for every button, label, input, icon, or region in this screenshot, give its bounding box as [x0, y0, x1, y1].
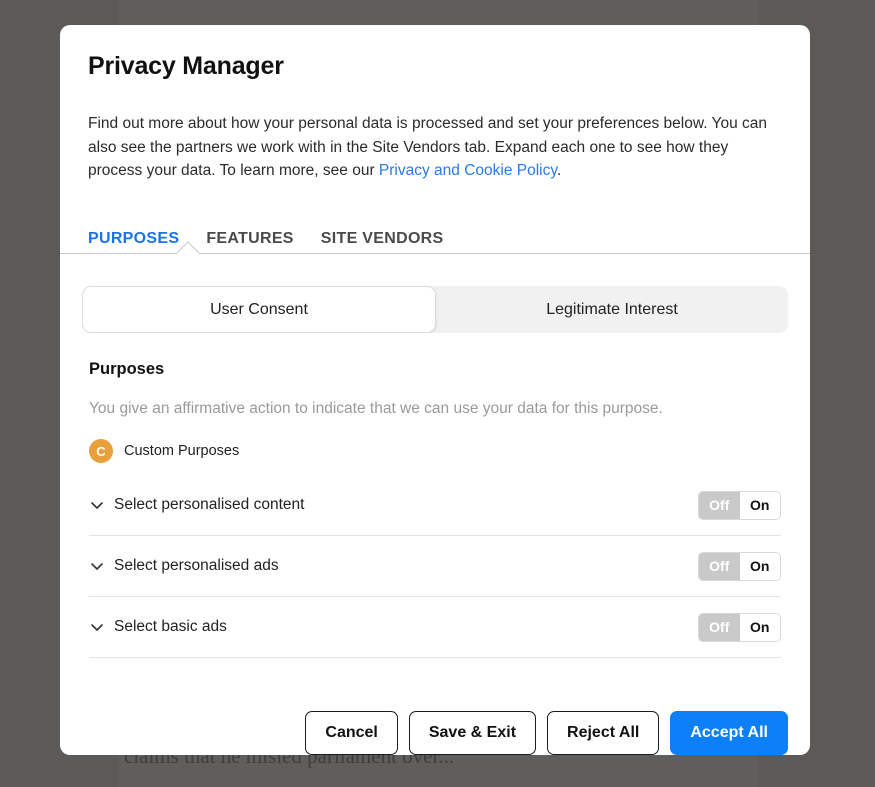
save-and-exit-button[interactable]: Save & Exit [408, 711, 537, 755]
toggle-off-option[interactable]: Off [699, 552, 740, 580]
tab-site-vendors[interactable]: SITE VENDORS [321, 230, 444, 254]
toggle-on-option[interactable]: On [739, 552, 780, 580]
purpose-label-select-personalised-content: Select personalised content [114, 496, 305, 514]
toggle-select-personalised-ads[interactable]: Off On [698, 551, 781, 581]
chevron-down-icon[interactable] [89, 558, 105, 574]
tab-purposes[interactable]: PURPOSES [88, 230, 179, 254]
custom-purposes-label: Custom Purposes [124, 443, 240, 460]
chevron-down-icon[interactable] [89, 619, 105, 635]
list-item: Select personalised content Off On [89, 475, 781, 537]
purpose-label-select-personalised-ads: Select personalised ads [114, 557, 279, 575]
purposes-section: Purposes You give an affirmative action … [82, 360, 788, 659]
accept-all-button[interactable]: Accept All [670, 711, 788, 755]
list-item: Select basic ads Off On [89, 597, 781, 659]
dialog-intro-text: Find out more about how your personal da… [88, 112, 782, 183]
purposes-list: Select personalised content Off On Selec… [89, 475, 781, 659]
privacy-manager-dialog: Privacy Manager Find out more about how … [60, 25, 810, 755]
toggle-on-option[interactable]: On [739, 491, 780, 519]
toggle-off-option[interactable]: Off [699, 613, 740, 641]
intro-text-after-link: . [556, 162, 562, 180]
tab-features[interactable]: FEATURES [206, 230, 293, 254]
active-tab-pointer-icon [177, 241, 203, 254]
cancel-button[interactable]: Cancel [305, 711, 398, 755]
privacy-and-cookie-policy-link[interactable]: Privacy and Cookie Policy [379, 162, 557, 179]
toggle-select-personalised-content[interactable]: Off On [698, 490, 781, 520]
dialog-header: Privacy Manager Find out more about how … [60, 25, 810, 183]
consent-basis-segmented-control: User Consent Legitimate Interest [82, 286, 788, 334]
dialog-tabs: PURPOSES FEATURES SITE VENDORS [60, 210, 810, 255]
segment-legitimate-interest[interactable]: Legitimate Interest [436, 286, 788, 333]
purpose-label-select-basic-ads: Select basic ads [114, 618, 227, 636]
purposes-section-title: Purposes [89, 360, 165, 379]
reject-all-button[interactable]: Reject All [547, 711, 660, 755]
custom-purposes-row: C Custom Purposes [89, 439, 781, 464]
toggle-select-basic-ads[interactable]: Off On [698, 612, 781, 642]
custom-purposes-badge-icon: C [89, 439, 113, 464]
dialog-body: User Consent Legitimate Interest Purpose… [60, 254, 810, 659]
dialog-footer: Cancel Save & Exit Reject All Accept All [305, 711, 788, 755]
toggle-off-option[interactable]: Off [699, 491, 740, 519]
toggle-on-option[interactable]: On [739, 613, 780, 641]
segment-user-consent[interactable]: User Consent [82, 286, 436, 334]
chevron-down-icon[interactable] [89, 497, 105, 513]
page-title: Privacy Manager [88, 52, 284, 80]
purposes-section-description: You give an affirmative action to indica… [89, 400, 663, 418]
tabs-divider [60, 253, 810, 255]
list-item: Select personalised ads Off On [89, 536, 781, 598]
